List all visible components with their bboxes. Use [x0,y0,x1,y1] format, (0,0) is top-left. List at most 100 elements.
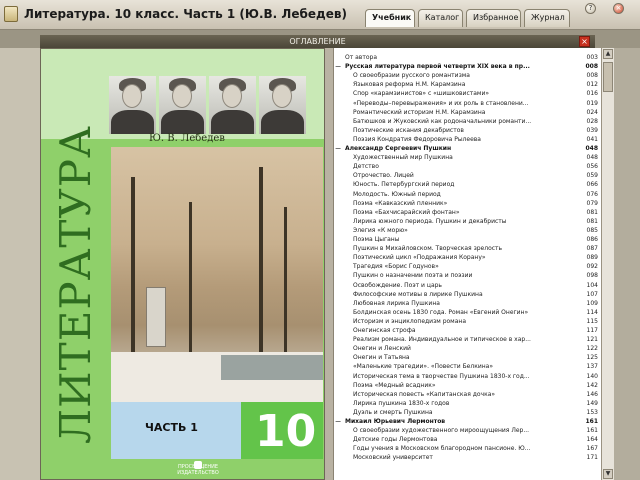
toc-item[interactable]: Онегин и Татьяна 125 [334,353,602,362]
author-portrait [109,76,156,134]
toc-item[interactable]: Элегия «К морю» 085 [334,226,602,235]
toc-item[interactable]: Поэтические искания декабристов 039 [334,126,602,135]
toc-title: Детские годы Лермонтова [353,436,438,444]
toc-page-number: 024 [586,108,598,116]
tab-catalog[interactable]: Каталог [418,9,463,27]
toc-title: Онегин и Ленский [353,345,411,353]
toc-page-number: 003 [586,54,598,61]
toc-page-number: 149 [586,399,598,407]
toc-section[interactable]: − Александр Сергеевич Пушкин 048 [334,144,602,153]
toc-page-number: 104 [586,281,598,289]
toc-item[interactable]: Освобождение. Поэт и царь 104 [334,281,602,290]
toc-item[interactable]: Пушкин в Михайловском. Творческая зрелос… [334,244,602,253]
cover-part: ЧАСТЬ 1 [145,421,198,434]
scroll-down-button[interactable]: ▼ [603,469,613,479]
toc-page-number: 081 [586,208,598,216]
toc-panel: От автора 003− Русская литература первой ч… [333,48,601,480]
toc-item[interactable]: «Переводы–перевыражения» и их роль в ста… [334,99,602,108]
help-button[interactable]: ? [585,3,596,14]
toc-item[interactable]: Онегин и Ленский 122 [334,344,602,353]
toc-title: Лирика пушкина 1830-х годов [353,399,450,407]
toc-item[interactable]: «Маленькие трагедии». «Повести Белкина» 1… [334,362,602,371]
toc-item[interactable]: Годы учения в Московском благородном пан… [334,444,602,453]
toc-item[interactable]: О своеобразии русского романтизма 008 [334,71,602,80]
toc-item[interactable]: О своеобразии художественного мироощущен… [334,426,602,435]
tab-favorites[interactable]: Избранное [466,9,521,27]
toc-page-number: 079 [586,199,598,207]
toc-page-number: 121 [586,336,598,344]
tab-textbook[interactable]: Учебник [365,9,415,27]
toc-item[interactable]: Дуэль и смерть Пушкина 153 [334,408,602,417]
toc-title: Детство [353,163,379,171]
toc-item[interactable]: Языковая реформа Н.М. Карамзина 012 [334,80,602,89]
toc-page-number: 098 [586,272,598,280]
toc-item[interactable]: Художественный мир Пушкина 048 [334,153,602,162]
toc-page-number: 142 [586,381,598,389]
toc-title: Пушкин в Михайловском. Творческая зрелос… [353,245,503,253]
toc-item[interactable]: Историзм и энциклопедизм романа 115 [334,317,602,326]
toc-section[interactable]: От автора 003 [334,53,602,62]
toc-title: Московский университет [353,454,433,462]
toc-page-number: 048 [585,145,598,152]
toc-item[interactable]: Философские мотивы в лирике Пушкина 107 [334,290,602,299]
toc-item[interactable]: Поэма «Бахчисарайский фонтан» 081 [334,208,602,217]
toc-item[interactable]: Молодость. Южный период 076 [334,190,602,199]
toc-section[interactable]: − Русская литература первой четверти XIX … [334,62,602,71]
book-cover: Ю. В. Лебедев ЛИТЕРАТУРА ЧАСТЬ 1 10 ПРОС… [40,48,325,480]
toc-title: Историческая тема в творчестве Пушкина 1… [353,372,530,380]
toc-item[interactable]: Поэзия Кондратия Федоровича Рылеева 041 [334,135,602,144]
toc-item[interactable]: Лирика южного периода. Пушкин и декабрис… [334,217,602,226]
collapse-icon[interactable]: − [334,144,342,153]
toc-scrollbar[interactable]: ▲ ▼ [601,48,614,480]
toc-item[interactable]: Поэма «Кавказский пленник» 079 [334,199,602,208]
window-title: Литература. 10 класс. Часть 1 (Ю.В. Лебе… [24,7,347,21]
toc-item[interactable]: Болдинская осень 1830 года. Роман «Евген… [334,308,602,317]
toc-title: Любовная лирика Пушкина [353,299,440,307]
toc-item[interactable]: Поэма «Медный всадник» 142 [334,381,602,390]
toc-item[interactable]: Историческая тема в творчестве Пушкина 1… [334,372,602,381]
tab-journal[interactable]: Журнал [524,9,570,27]
toc-item[interactable]: Детство 056 [334,162,602,171]
window-close-button[interactable]: × [613,3,624,14]
toc-item[interactable]: Лирика пушкина 1830-х годов 149 [334,399,602,408]
toc-item[interactable]: Батюшков и Жуковский как родоначальники … [334,117,602,126]
toc-page-number: 140 [586,372,598,380]
toc-item[interactable]: Поэма Цыганы 086 [334,235,602,244]
window-titlebar: Литература. 10 класс. Часть 1 (Ю.В. Лебе… [0,0,640,30]
toc-page-number: 122 [586,345,598,353]
toc-title: Философские мотивы в лирике Пушкина [353,290,483,298]
toc-page-number: 056 [586,163,598,171]
toc-item[interactable]: Юность. Петербургский период 066 [334,180,602,189]
toc-title: Реализм романа. Индивидуальное и типичес… [353,336,531,344]
toc-page-number: 059 [586,172,598,180]
toc-item[interactable]: Отрочество. Лицей 059 [334,171,602,180]
toc-item[interactable]: Историческая повесть «Капитанская дочка»… [334,390,602,399]
toc-page-number: 137 [586,363,598,371]
toc-close-icon[interactable]: × [579,36,590,47]
collapse-icon[interactable]: − [334,62,342,71]
publisher-name: ПРОСВЕЩЕНИЕ ИЗДАТЕЛЬСТВО [177,464,219,476]
toc-item[interactable]: Любовная лирика Пушкина 109 [334,299,602,308]
toc-item[interactable]: Московский университет 171 [334,453,602,462]
toc-item[interactable]: Детские годы Лермонтова 164 [334,435,602,444]
scroll-up-button[interactable]: ▲ [603,49,613,59]
toc-section[interactable]: − Михаил Юрьевич Лермонтов 161 [334,417,602,426]
collapse-icon[interactable]: − [334,417,342,426]
toc-page-number: 048 [586,154,598,162]
toc-item[interactable]: Онегинская строфа 117 [334,326,602,335]
scroll-thumb[interactable] [603,62,613,92]
toc-title: От автора [345,54,377,61]
toc-item[interactable]: Романтический историзм Н.М. Карамзина 024 [334,108,602,117]
toc-page-number: 167 [586,445,598,453]
toc-page-number: 161 [586,427,598,435]
toc-title: Лирика южного периода. Пушкин и декабрис… [353,217,507,225]
toc-item[interactable]: Трагедия «Борис Годунов» 092 [334,262,602,271]
toc-item[interactable]: Поэтический цикл «Подражания Корану» 089 [334,253,602,262]
toc-page-number: 008 [586,72,598,80]
toc-item[interactable]: Спор «карамзинистов» с «шишковистами» 016 [334,89,602,98]
cover-title: ЛИТЕРАТУРА [51,125,100,444]
toc-item[interactable]: Пушкин о назначении поэта и поэзии 098 [334,271,602,280]
toc-item[interactable]: Реализм романа. Индивидуальное и типичес… [334,335,602,344]
book-icon [4,6,18,22]
toc-title: Поэтический цикл «Подражания Корану» [353,254,486,262]
